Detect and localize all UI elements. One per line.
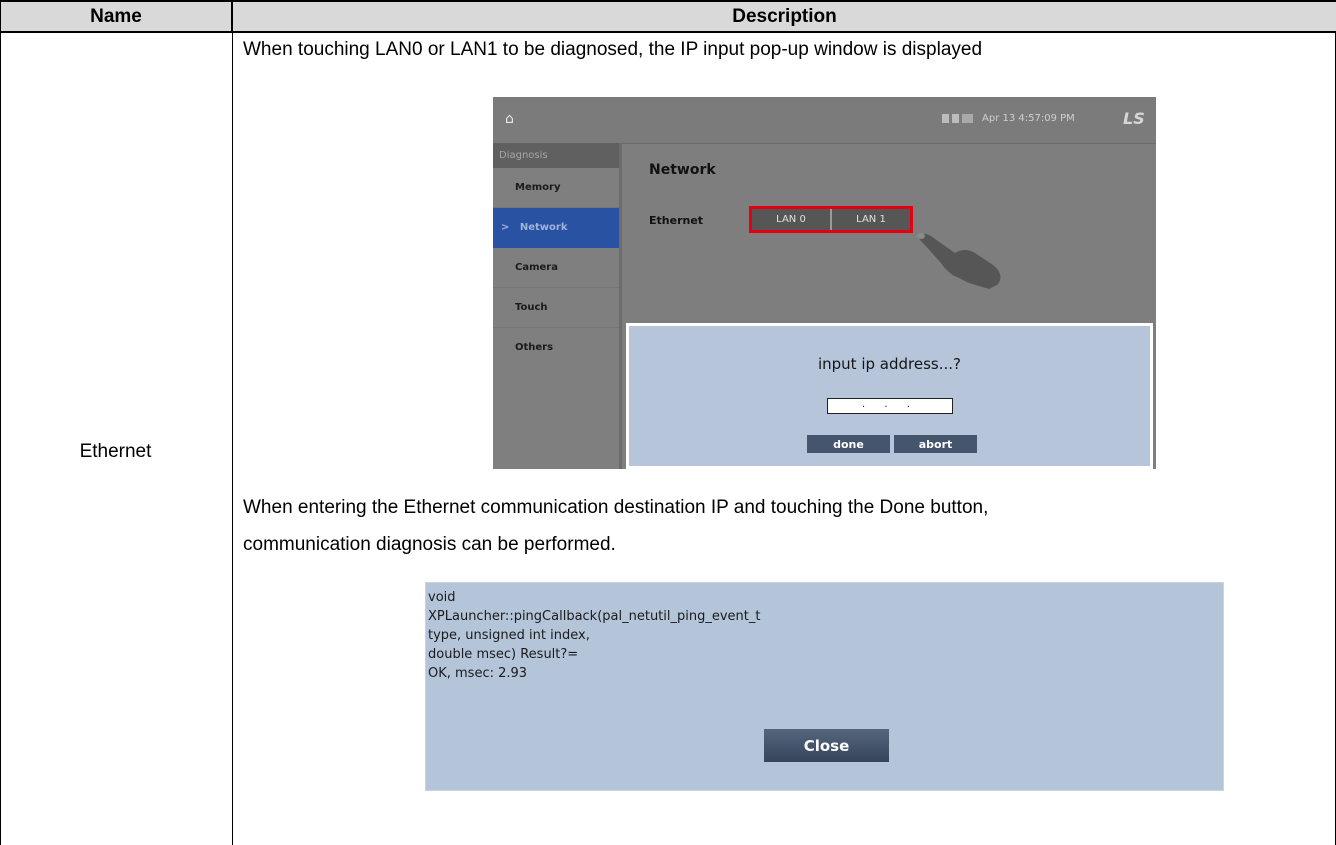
- ethernet-label: Ethernet: [649, 214, 704, 227]
- ping-line: XPLauncher::pingCallback(pal_netutil_pin…: [428, 609, 761, 624]
- ping-result-screenshot: void XPLauncher::pingCallback(pal_netuti…: [425, 582, 1224, 791]
- close-button[interactable]: Close: [764, 729, 889, 762]
- chevron-right-icon: >: [501, 222, 510, 233]
- sidebar-header: Diagnosis: [493, 143, 619, 168]
- ping-line: void: [428, 590, 456, 605]
- sidebar-item-touch[interactable]: Touch: [493, 288, 619, 328]
- row-name: Ethernet: [79, 441, 152, 462]
- clock: Apr 13 4:57:09 PM: [982, 113, 1075, 124]
- status-icons: [942, 114, 973, 123]
- abort-button[interactable]: abort: [894, 435, 977, 453]
- lan0-button[interactable]: LAN 0: [752, 209, 832, 230]
- page-title: Network: [649, 162, 716, 178]
- sidebar-item-others[interactable]: Others: [493, 328, 619, 368]
- lan1-button[interactable]: LAN 1: [832, 209, 910, 230]
- sidebar-item-label: Touch: [515, 302, 548, 313]
- ping-line: type, unsigned int index,: [428, 628, 590, 643]
- intro-text: When touching LAN0 or LAN1 to be diagnos…: [243, 39, 983, 60]
- network-panel: Network Ethernet LAN 0 LAN 1 input ip ad…: [622, 143, 1156, 469]
- ping-line: double msec) Result?=: [428, 647, 579, 662]
- sidebar-item-network[interactable]: > Network: [493, 208, 619, 248]
- followup-text-line1: When entering the Ethernet communication…: [243, 497, 989, 518]
- sidebar-item-memory[interactable]: Memory: [493, 168, 619, 208]
- done-button[interactable]: done: [807, 435, 890, 453]
- header-description: Description: [231, 0, 1336, 33]
- device-screenshot: ⌂ Apr 13 4:57:09 PM LS Diagnosis Memory …: [493, 97, 1156, 469]
- followup-text-line2: communication diagnosis can be performed…: [243, 534, 616, 555]
- description-table: Name Description Ethernet When touching …: [0, 0, 1336, 845]
- device-topbar: ⌂ Apr 13 4:57:09 PM LS: [493, 97, 1156, 144]
- ping-result-text: void XPLauncher::pingCallback(pal_netuti…: [428, 588, 760, 683]
- ip-prompt: input ip address...?: [817, 355, 961, 373]
- header-name: Name: [0, 0, 231, 33]
- column-divider: [232, 33, 233, 845]
- ip-address-input[interactable]: . . .: [827, 398, 953, 414]
- network-icon: [962, 114, 973, 123]
- ping-line: OK, msec: 2.93: [428, 666, 528, 681]
- usb-icon: [952, 114, 959, 123]
- sidebar-item-label: Network: [519, 222, 568, 233]
- sd-card-icon: [942, 114, 949, 123]
- ls-logo: LS: [1123, 109, 1145, 128]
- lan-selector-highlight: LAN 0 LAN 1: [749, 206, 913, 233]
- sidebar-item-label: Others: [515, 342, 554, 353]
- pointing-hand-icon: [917, 233, 1001, 289]
- home-icon[interactable]: ⌂: [505, 111, 514, 127]
- ip-input-dialog: input ip address...? . . . done abort: [626, 323, 1153, 469]
- name-cell: Ethernet: [0, 33, 231, 845]
- sidebar-item-label: Memory: [515, 182, 561, 193]
- diagnosis-sidebar: Diagnosis Memory > Network Camera Touch …: [493, 143, 622, 469]
- sidebar-item-camera[interactable]: Camera: [493, 248, 619, 288]
- sidebar-item-label: Camera: [515, 262, 558, 273]
